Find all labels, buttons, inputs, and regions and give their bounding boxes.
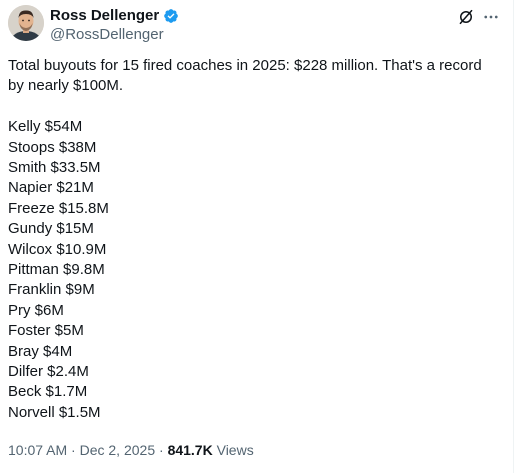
views-label: Views [216,442,254,458]
list-item: Foster $5M [8,322,84,340]
meta-separator: · [71,442,76,458]
author-display-name[interactable]: Ross Dellenger [50,7,159,25]
list-item: Gundy $15M [8,220,94,238]
avatar[interactable] [8,5,44,41]
tweet-date[interactable]: Dec 2, 2025 [80,442,156,458]
tweet-meta: 10:07 AM · Dec 2, 2025 · 841.7K Views [8,441,254,459]
tweet-time[interactable]: 10:07 AM [8,442,67,458]
list-item: Franklin $9M [8,281,95,299]
tweet-card: Ross Dellenger @RossDellenger Total buyo… [0,0,514,473]
buyout-list: Kelly $54M Stoops $38M Smith $33.5M Napi… [8,117,498,423]
list-item: Pry $6M [8,301,64,319]
list-item: Bray $4M [8,342,73,360]
list-item: Freeze $15.8M [8,199,109,217]
grok-icon[interactable] [457,8,475,26]
list-item: Napier $21M [8,179,94,197]
list-item: Norvell $1.5M [8,403,101,421]
tweet-intro-text: Total buyouts for 15 fired coaches in 20… [8,57,482,95]
list-item: Beck $1.7M [8,383,88,401]
author-handle[interactable]: @RossDellenger [50,26,164,44]
tweet-text: Total buyouts for 15 fired coaches in 20… [8,56,498,423]
list-item: Stoops $38M [8,138,97,156]
more-icon[interactable] [482,8,500,26]
list-item: Wilcox $10.9M [8,240,107,258]
list-item: Kelly $54M [8,118,83,136]
avatar-image [8,5,44,41]
author-name-row: Ross Dellenger [50,7,179,25]
list-item: Dilfer $2.4M [8,362,89,380]
list-item: Smith $33.5M [8,158,101,176]
meta-separator: · [159,442,164,458]
list-item: Pittman $9.8M [8,260,105,278]
verified-badge-icon[interactable] [163,8,179,24]
views-count[interactable]: 841.7K [168,442,213,458]
